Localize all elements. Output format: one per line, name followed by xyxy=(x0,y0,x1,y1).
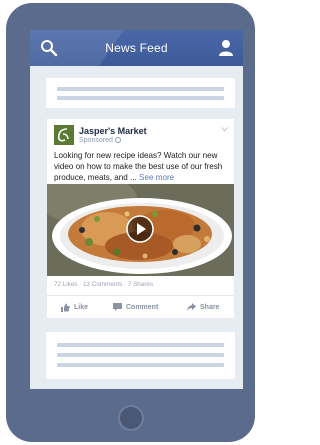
user-icon[interactable] xyxy=(218,39,234,57)
post-action-bar: Like Comment Share xyxy=(47,295,234,319)
engagement-stats[interactable]: 72 Likes · 13 Comments · 7 Shares xyxy=(54,281,153,288)
placeholder-line xyxy=(57,87,224,91)
comment-button[interactable]: Comment xyxy=(113,303,158,311)
navbar-title: News Feed xyxy=(105,41,168,55)
home-button[interactable] xyxy=(118,405,144,431)
like-button[interactable]: Like xyxy=(61,303,88,312)
placeholder-line xyxy=(57,363,224,367)
leaf-logo-icon xyxy=(54,125,74,145)
page-name-link[interactable]: Jasper's Market xyxy=(79,126,147,136)
comment-label: Comment xyxy=(126,303,159,311)
sponsored-text: Sponsored xyxy=(79,137,113,144)
phone-screen: News Feed Jasper's Market Sponsored Look… xyxy=(30,30,243,389)
globe-icon xyxy=(114,137,121,143)
video-thumbnail[interactable] xyxy=(47,184,234,276)
post-body: Looking for new recipe ideas? Watch our … xyxy=(54,150,232,183)
placeholder-line xyxy=(57,343,224,347)
placeholder-line xyxy=(57,353,224,357)
like-label: Like xyxy=(74,304,89,311)
play-icon[interactable] xyxy=(126,215,154,243)
share-button[interactable]: Share xyxy=(187,303,219,311)
see-more-link[interactable]: See more xyxy=(139,173,174,182)
comment-icon xyxy=(113,303,122,311)
share-label: Share xyxy=(200,303,220,311)
phone-frame: News Feed Jasper's Market Sponsored Look… xyxy=(6,3,255,442)
top-navbar: News Feed xyxy=(30,30,243,66)
feed-placeholder-bottom xyxy=(46,332,235,379)
thumbs-up-icon xyxy=(61,303,70,312)
feed-placeholder-top xyxy=(46,78,235,108)
page-logo[interactable] xyxy=(54,125,74,145)
placeholder-line xyxy=(57,96,224,100)
share-arrow-icon xyxy=(187,303,196,311)
sponsored-post: Jasper's Market Sponsored Looking for ne… xyxy=(47,119,234,318)
chevron-down-icon[interactable] xyxy=(221,127,228,132)
sponsored-label: Sponsored xyxy=(79,137,121,144)
